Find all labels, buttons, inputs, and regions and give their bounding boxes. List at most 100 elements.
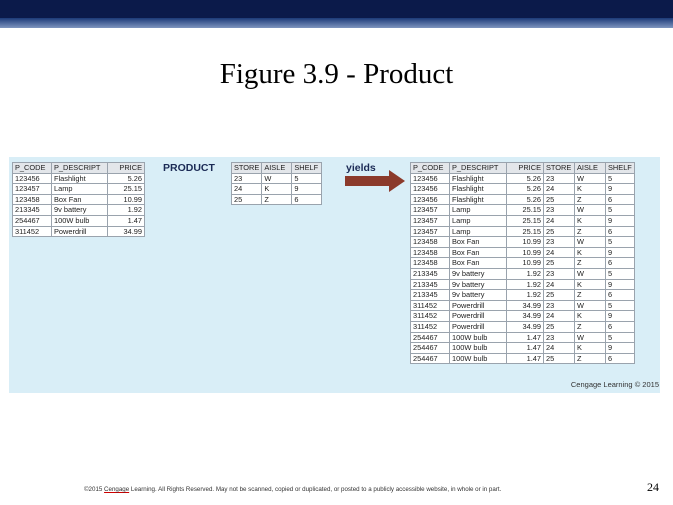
table-cell: 24 (230, 183, 263, 195)
table-row: 254467 100W bulb 1.47 (12, 214, 145, 227)
store-table: STORE AISLE SHELF 23 W 5 24 K 9 25 Z 6 (230, 162, 323, 206)
product-col-p-code: P_CODE (12, 162, 52, 174)
table-cell: 9 (605, 310, 635, 322)
table-cell: 123456 (410, 172, 450, 185)
table-cell: 25 (230, 193, 263, 206)
table-cell: K (261, 183, 293, 195)
top-banner-gradient (0, 18, 673, 28)
table-cell: 254467 (410, 352, 450, 365)
table-cell: 123456 (12, 172, 52, 185)
table-cell: 9v battery (449, 278, 507, 291)
table-cell: K (574, 214, 606, 227)
footer-rest: Learning. All Rights Reserved. May not b… (129, 486, 502, 493)
table-cell: 1.47 (506, 352, 544, 365)
table-cell: 5.26 (506, 193, 544, 206)
table-cell: 9 (605, 246, 635, 259)
table-cell: W (574, 236, 606, 248)
table-cell: 5.26 (506, 183, 544, 195)
table-cell: 25.15 (506, 214, 544, 227)
table-cell: W (574, 267, 606, 280)
table-cell: 6 (605, 257, 635, 269)
table-cell: Lamp (449, 214, 507, 227)
table-cell: 123458 (12, 193, 52, 206)
table-cell: 23 (543, 331, 575, 344)
table-row: 213345 9v battery 1.92 24 K 9 (410, 278, 635, 291)
table-cell: 311452 (410, 320, 450, 333)
product-table: P_CODE P_DESCRIPT PRICE 123456 Flashlight… (12, 162, 145, 238)
table-cell: 5 (605, 172, 635, 185)
product-col-p-descript: P_DESCRIPT (51, 162, 108, 174)
table-row: 123457 Lamp 25.15 (12, 183, 145, 195)
table-cell: K (574, 310, 606, 322)
footer-prefix: ©2015 (84, 486, 105, 493)
table-cell: 1.92 (506, 278, 544, 291)
table-cell: 9 (605, 278, 635, 291)
table-cell: 34.99 (506, 299, 544, 312)
table-cell: 5 (605, 204, 635, 216)
table-cell: 6 (605, 289, 635, 301)
table-cell: 254467 (410, 342, 450, 354)
table-cell: K (574, 183, 606, 195)
table-cell: Z (574, 193, 606, 206)
table-cell: Z (574, 257, 606, 269)
table-cell: Lamp (449, 225, 507, 238)
result-col-shelf: SHELF (605, 162, 635, 174)
result-table: P_CODE P_DESCRIPT PRICE STORE AISLE SHEL… (410, 162, 635, 365)
table-cell: 5 (605, 331, 635, 344)
result-col-store: STORE (543, 162, 575, 174)
table-row: 123458 Box Fan 10.99 24 K 9 (410, 246, 635, 259)
table-cell: W (574, 172, 606, 185)
footer-brand: Cengage (104, 486, 130, 493)
table-cell: 23 (543, 299, 575, 312)
top-banner (0, 0, 673, 18)
table-cell: 100W bulb (51, 214, 108, 227)
product-label: PRODUCT (163, 162, 215, 174)
table-cell: 213345 (410, 289, 450, 301)
table-cell: Flashlight (449, 183, 507, 195)
table-cell: 100W bulb (449, 352, 507, 365)
table-cell: 123457 (410, 225, 450, 238)
table-row: 123457 Lamp 25.15 23 W 5 (410, 204, 635, 216)
table-cell: 9 (605, 183, 635, 195)
table-cell: 254467 (12, 214, 52, 227)
store-table-header-row: STORE AISLE SHELF (230, 162, 323, 174)
slide-title: Figure 3.9 - Product (219, 58, 454, 90)
table-cell: 311452 (410, 310, 450, 322)
table-row: 254467 100W bulb 1.47 25 Z 6 (410, 352, 635, 365)
table-row: 123458 Box Fan 10.99 (12, 193, 145, 206)
table-cell: 24 (543, 310, 575, 322)
table-cell: 9v battery (449, 267, 507, 280)
table-cell: 9 (605, 214, 635, 227)
table-cell: 9v battery (449, 289, 507, 301)
table-cell: 5 (605, 299, 635, 312)
table-cell: 23 (543, 267, 575, 280)
table-cell: 25.15 (506, 204, 544, 216)
table-cell: 254467 (410, 331, 450, 344)
table-cell: Z (261, 193, 293, 206)
table-row: 24 K 9 (230, 183, 323, 195)
table-cell: 24 (543, 246, 575, 259)
table-cell: Flashlight (449, 172, 507, 185)
table-cell: K (574, 342, 606, 354)
result-col-p-code: P_CODE (410, 162, 450, 174)
table-cell: Powerdrill (51, 225, 108, 238)
table-cell: Z (574, 320, 606, 333)
table-cell: Flashlight (51, 172, 108, 185)
table-cell: 123457 (410, 214, 450, 227)
table-cell: Z (574, 289, 606, 301)
table-cell: Box Fan (449, 236, 507, 248)
table-cell: W (261, 172, 293, 185)
table-cell: 34.99 (506, 320, 544, 333)
table-row: 254467 100W bulb 1.47 24 K 9 (410, 342, 635, 354)
table-cell: W (574, 204, 606, 216)
table-cell: 25 (543, 289, 575, 301)
table-cell: 6 (605, 352, 635, 365)
table-cell: Lamp (51, 183, 108, 195)
result-col-aisle: AISLE (574, 162, 606, 174)
table-cell: 10.99 (506, 236, 544, 248)
table-row: 123456 Flashlight 5.26 24 K 9 (410, 183, 635, 195)
table-cell: 123458 (410, 246, 450, 259)
table-cell: 5 (291, 172, 323, 185)
table-cell: 213345 (410, 267, 450, 280)
table-row: 311452 Powerdrill 34.99 23 W 5 (410, 299, 635, 312)
